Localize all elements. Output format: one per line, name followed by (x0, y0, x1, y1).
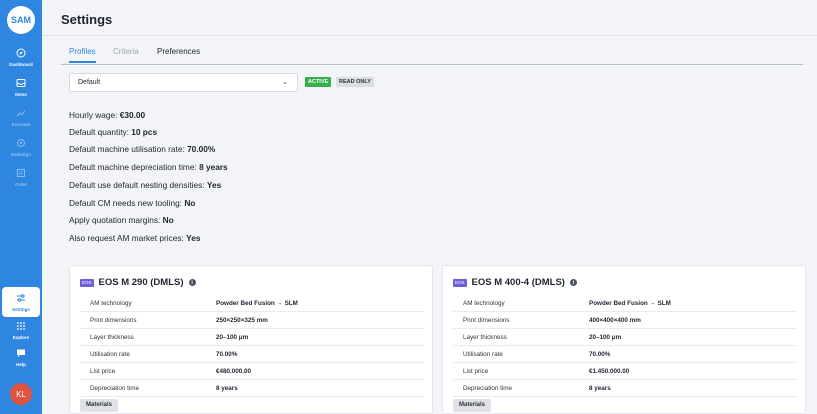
main-content: Settings Profiles Criteria Preferences D… (42, 0, 817, 414)
table-row: List price €480.000.00 (80, 363, 424, 380)
setting-nesting-densities: Default use default nesting densities: Y… (69, 180, 222, 190)
spec-table: AM technology Powder Bed Fusion → SLM Pri… (453, 295, 797, 397)
info-icon[interactable]: i (188, 279, 196, 286)
setting-quotation-margins: Apply quotation margins: No (69, 215, 174, 225)
compass-icon (15, 47, 27, 59)
sidebar-item-order[interactable]: Order (0, 162, 42, 192)
trend-icon (15, 107, 27, 119)
tab-bar: Profiles Criteria Preferences (61, 47, 803, 65)
sidebar-item-label: Explore (12, 335, 30, 340)
cog-icon (15, 137, 27, 149)
sidebar-item-explore[interactable]: Explore (0, 315, 42, 345)
tab-profiles[interactable]: Profiles (69, 47, 96, 63)
status-badge-readonly: READ ONLY (336, 77, 374, 87)
table-row: Print dimensions 250×250×325 mm (80, 312, 424, 329)
profile-select-value: Default (78, 79, 101, 86)
inbox-icon (15, 77, 27, 89)
sidebar-item-label: Items (15, 92, 27, 97)
status-badge-active: ACTIVE (305, 77, 332, 87)
table-row: AM technology Powder Bed Fusion → SLM (453, 295, 797, 312)
table-row: Print dimensions 400×400×400 mm (453, 312, 797, 329)
avatar[interactable]: KL (10, 383, 32, 405)
setting-depreciation-time: Default machine depreciation time: 8 yea… (69, 162, 228, 172)
machine-title: EOS M 400-4 (DMLS) (471, 277, 565, 288)
setting-new-tooling: Default CM needs new tooling: No (69, 198, 196, 208)
setting-default-quantity: Default quantity: 10 pcs (69, 127, 158, 137)
machine-card: EOS EOS M 290 (DMLS) i AM technology Powd… (69, 265, 433, 414)
sidebar-item-label: Help (16, 362, 26, 367)
sliders-icon (15, 292, 27, 304)
chevron-down-icon: ⌄ (282, 79, 288, 86)
spec-table: AM technology Powder Bed Fusion → SLM Pri… (80, 295, 424, 397)
table-row: AM technology Powder Bed Fusion → SLM (80, 295, 424, 312)
eos-tag: EOS (80, 278, 94, 287)
table-row: Utilisation rate 70.00% (453, 346, 797, 363)
materials-button[interactable]: Materials (80, 399, 119, 412)
sidebar-item-label: Settings (12, 307, 30, 312)
chat-icon (15, 347, 27, 359)
table-row: Layer thickness 20–100 μm (80, 329, 424, 346)
table-row: Utilisation rate 70.00% (80, 346, 424, 363)
machine-card: EOS EOS M 400-4 (DMLS) i AM technology Po… (442, 265, 806, 414)
sidebar-item-label: Dashboard (9, 62, 33, 67)
page-title: Settings (61, 12, 113, 27)
sidebar-item-label: Estimate (11, 122, 31, 127)
sidebar-item-redesign[interactable]: Redesign (0, 132, 42, 162)
eos-tag: EOS (453, 278, 467, 287)
profile-select[interactable]: Default ⌄ (69, 73, 298, 92)
setting-hourly-wage: Hourly wage: €30.00 (69, 110, 146, 120)
tab-criteria[interactable]: Criteria (113, 47, 139, 61)
sidebar: SAM Dashboard Items Estimate Redesign Or… (0, 0, 42, 414)
table-row: Depreciation time 8 years (80, 380, 424, 397)
sidebar-item-dashboard[interactable]: Dashboard (0, 42, 42, 72)
setting-utilisation-rate: Default machine utilisation rate: 70.00% (69, 144, 216, 154)
materials-button[interactable]: Materials (453, 399, 492, 412)
sidebar-item-help[interactable]: Help (0, 342, 42, 372)
sidebar-item-label: Order (14, 182, 28, 187)
cart-icon (15, 167, 27, 179)
sidebar-item-settings[interactable]: Settings (2, 287, 40, 317)
machine-card-header: EOS EOS M 290 (DMLS) i (80, 277, 196, 288)
table-row: List price €1.450.000.00 (453, 363, 797, 380)
grid-icon (15, 320, 27, 332)
app-logo[interactable]: SAM (7, 6, 35, 34)
sidebar-item-label: Redesign (10, 152, 32, 157)
info-icon[interactable]: i (569, 279, 577, 286)
tab-preferences[interactable]: Preferences (157, 47, 200, 61)
setting-am-market-prices: Also request AM market prices: Yes (69, 233, 201, 243)
sidebar-item-items[interactable]: Items (0, 72, 42, 102)
header: Settings (42, 0, 817, 36)
machine-title: EOS M 290 (DMLS) (98, 277, 184, 288)
table-row: Depreciation time 8 years (453, 380, 797, 397)
sidebar-item-estimate[interactable]: Estimate (0, 102, 42, 132)
table-row: Layer thickness 20–100 μm (453, 329, 797, 346)
machine-card-header: EOS EOS M 400-4 (DMLS) i (453, 277, 577, 288)
